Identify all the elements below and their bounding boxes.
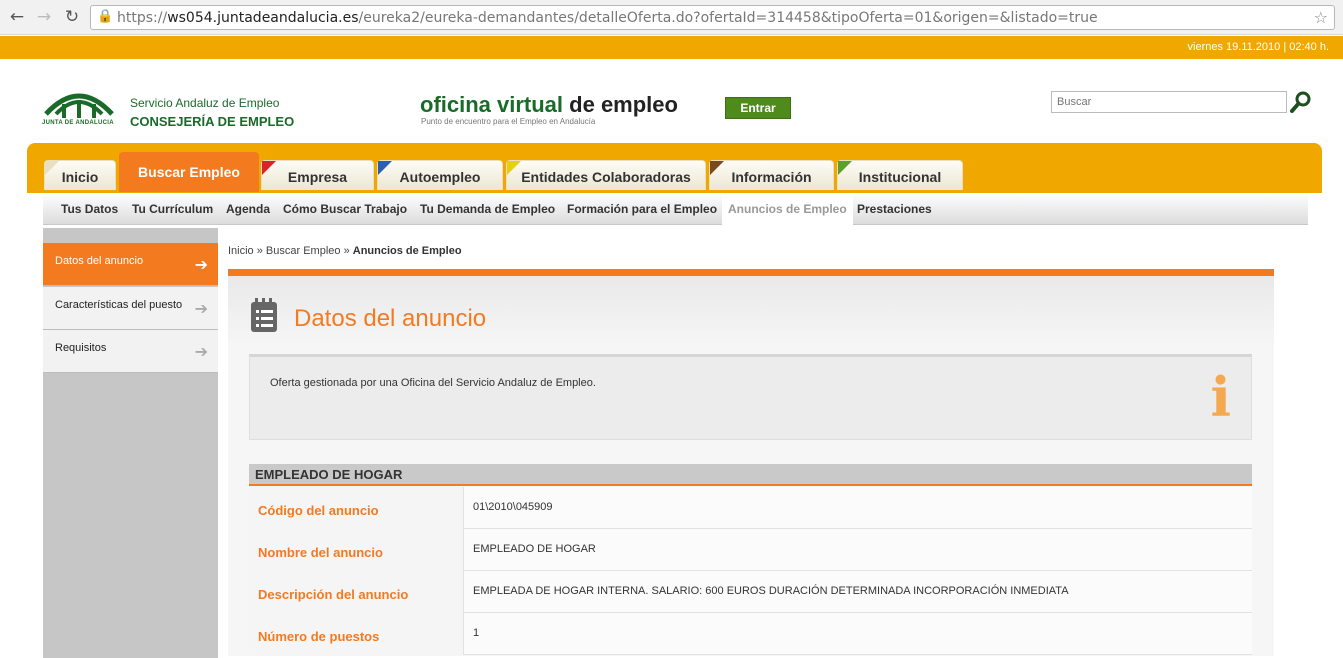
browser-toolbar: ← → ↻ 🔒 https://ws054.juntadeandalucia.e…	[0, 0, 1343, 35]
row-value: 01\2010\045909	[473, 501, 553, 513]
subnav-tu-demanda[interactable]: Tu Demanda de Empleo	[420, 193, 555, 225]
bookmark-star-icon[interactable]: ☆	[1314, 8, 1328, 27]
breadcrumb: Inicio » Buscar Empleo » Anuncios de Emp…	[228, 245, 462, 257]
current-date: viernes 19.11.2010 | 02:40 h.	[1187, 41, 1329, 53]
sub-nav-bar: Tus Datos Tu Currículum Agenda Cómo Busc…	[43, 193, 1308, 225]
row-key: Código del anuncio	[258, 503, 379, 518]
url-text: https://ws054.juntadeandalucia.es/eureka…	[117, 10, 1098, 26]
breadcrumb-home[interactable]: Inicio	[228, 245, 254, 257]
empresa-corner-icon	[262, 161, 276, 175]
tab-institucional[interactable]: Institucional	[837, 160, 963, 190]
org-department: CONSEJERÍA DE EMPLEO	[130, 114, 295, 129]
subnav-tus-datos[interactable]: Tus Datos	[61, 193, 118, 225]
table-row: Nombre del anuncio EMPLEADO DE HOGAR	[249, 529, 1252, 571]
tab-entidades-colaboradoras[interactable]: Entidades Colaboradoras	[506, 160, 706, 190]
search-input[interactable]	[1051, 91, 1287, 113]
oficina-virtual-logo[interactable]: oficina virtual de empleo	[420, 92, 678, 118]
info-text: Oferta gestionada por una Oficina del Se…	[270, 377, 596, 389]
search-icon[interactable]	[1290, 90, 1312, 114]
info-icon: i	[1210, 365, 1231, 429]
sidebar: Datos del anuncio ➔ Características del …	[43, 228, 218, 658]
arrow-right-icon: ➔	[194, 342, 208, 361]
row-key: Nombre del anuncio	[258, 545, 383, 560]
tab-buscar-empleo[interactable]: Buscar Empleo	[119, 152, 259, 192]
subnav-formacion[interactable]: Formación para el Empleo	[567, 193, 717, 225]
row-value: EMPLEADO DE HOGAR	[473, 543, 596, 555]
forward-arrow-icon[interactable]: →	[33, 6, 55, 28]
sidebar-item-datos-anuncio[interactable]: Datos del anuncio ➔	[43, 243, 218, 286]
top-date-bar: viernes 19.11.2010 | 02:40 h.	[0, 36, 1343, 59]
entrar-button[interactable]: Entrar	[725, 97, 791, 119]
oficina-virtual-tagline: Punto de encuentro para el Empleo en And…	[421, 117, 596, 126]
subnav-anuncios-empleo[interactable]: Anuncios de Empleo	[722, 193, 853, 225]
subnav-prestaciones[interactable]: Prestaciones	[857, 193, 932, 225]
row-key: Número de puestos	[258, 629, 380, 644]
subnav-tu-curriculum[interactable]: Tu Currículum	[132, 193, 213, 225]
arrow-right-icon: ➔	[194, 299, 208, 318]
logo-caption: JUNTA DE ANDALUCIA	[42, 120, 114, 126]
reload-icon[interactable]: ↻	[61, 6, 83, 28]
notepad-icon	[251, 298, 277, 332]
sidebar-item-requisitos[interactable]: Requisitos ➔	[43, 330, 218, 373]
table-title: EMPLEADO DE HOGAR	[249, 464, 1252, 486]
back-arrow-icon[interactable]: ←	[6, 6, 28, 28]
info-box: Oferta gestionada por una Oficina del Se…	[249, 354, 1252, 440]
subnav-como-buscar-trabajo[interactable]: Cómo Buscar Trabajo	[283, 193, 407, 225]
lock-icon: 🔒	[97, 9, 114, 24]
page-title: Datos del anuncio	[294, 305, 487, 332]
tab-informacion[interactable]: Información	[709, 160, 834, 190]
breadcrumb-section[interactable]: Buscar Empleo	[266, 245, 341, 257]
address-bar[interactable]: 🔒 https://ws054.juntadeandalucia.es/eure…	[90, 5, 1335, 30]
tab-empresa[interactable]: Empresa	[261, 160, 374, 190]
table-row: Código del anuncio 01\2010\045909	[249, 487, 1252, 529]
row-value: 1	[473, 627, 480, 639]
breadcrumb-current: Anuncios de Empleo	[352, 245, 462, 257]
autoempleo-corner-icon	[378, 161, 392, 175]
institucional-corner-icon	[838, 161, 852, 175]
arrow-right-icon: ➔	[194, 255, 208, 274]
table-row: Descripción del anuncio EMPLEADA DE HOGA…	[249, 571, 1252, 613]
entidades-corner-icon	[507, 161, 521, 175]
tab-autoempleo[interactable]: Autoempleo	[377, 160, 503, 190]
subnav-agenda[interactable]: Agenda	[226, 193, 270, 225]
content-top-rule	[228, 269, 1274, 276]
org-name: Servicio Andaluz de Empleo	[130, 96, 280, 110]
row-key: Descripción del anuncio	[258, 587, 409, 602]
tab-inicio[interactable]: Inicio	[44, 160, 116, 190]
row-value: EMPLEADA DE HOGAR INTERNA. SALARIO: 600 …	[473, 585, 1069, 597]
table-row: Número de puestos 1	[249, 613, 1252, 655]
sidebar-item-caracteristicas[interactable]: Características del puesto ➔	[43, 287, 218, 330]
informacion-corner-icon	[710, 161, 724, 175]
